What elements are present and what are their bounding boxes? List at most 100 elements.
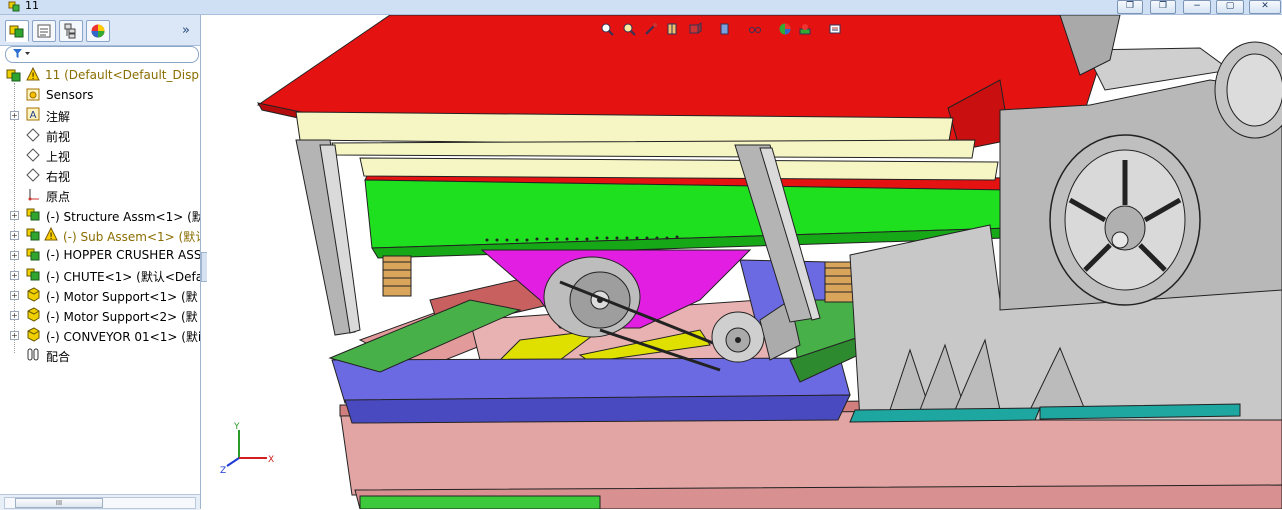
tree-item-label: 上视 <box>46 150 71 164</box>
tree-item[interactable]: 上视 <box>0 145 200 165</box>
triad-z-label: Z <box>220 466 226 476</box>
zoom-to-fit-icon[interactable] <box>600 22 614 36</box>
part-icon <box>27 287 40 302</box>
warning-icon: ! <box>44 227 58 241</box>
scrollbar-thumb[interactable]: III <box>15 498 103 508</box>
tree-item[interactable]: + (-) CHUTE<1> (默认<Defa <box>0 265 200 285</box>
expand-toggle-icon[interactable]: + <box>10 271 19 280</box>
assembly-doc-icon <box>8 1 20 12</box>
assembly-warning-icon <box>26 228 40 241</box>
assembly-icon <box>6 69 21 82</box>
restore-small-button[interactable]: ❐ <box>1117 0 1143 14</box>
spring-left <box>382 255 412 297</box>
expand-toggle-icon[interactable]: + <box>10 231 19 240</box>
spring-right <box>824 261 854 303</box>
tree-item[interactable]: 配合 <box>0 345 200 365</box>
crusher-assembly-model <box>256 15 1282 509</box>
tree-item[interactable]: + (-) HOPPER CRUSHER ASS <box>0 245 200 265</box>
feature-manager-panel: » ! 11 (Default<Default_Displ Sensors + A 注… <box>0 15 201 510</box>
property-icon <box>37 24 51 38</box>
sensor-icon <box>26 88 40 101</box>
hide-show-icon[interactable] <box>748 22 762 36</box>
assembly-icon <box>26 248 40 261</box>
zoom-area-icon[interactable] <box>622 22 636 36</box>
graphics-viewport[interactable]: Y X Z <box>207 15 1282 509</box>
display-manager-tab[interactable] <box>86 20 110 42</box>
assembly-tree-icon <box>9 25 24 38</box>
expand-toggle-icon[interactable]: + <box>10 291 19 300</box>
close-button[interactable]: ✕ <box>1249 0 1281 14</box>
display-style-icon[interactable] <box>718 22 732 36</box>
tree-item[interactable]: Sensors <box>0 85 200 105</box>
tree-root-label: 11 (Default<Default_Displ <box>45 68 200 82</box>
tree-item-label: 右视 <box>46 170 71 184</box>
mates-icon <box>27 348 39 361</box>
warning-icon: ! <box>26 67 40 81</box>
tree-item[interactable]: + (-) Structure Assm<1> (默 <box>0 205 200 225</box>
apply-scene-icon[interactable] <box>798 22 812 36</box>
restore-button[interactable]: ❐ <box>1150 0 1176 14</box>
triad-x-label: X <box>268 455 274 465</box>
tree-item[interactable]: +! (-) Sub Assem<1> (默认 <box>0 225 200 245</box>
tree-item[interactable]: + (-) Motor Support<1> (默 <box>0 285 200 305</box>
plane-icon <box>26 128 40 142</box>
tree-item[interactable]: 原点 <box>0 185 200 205</box>
expand-toggle-icon[interactable]: + <box>10 331 19 340</box>
view-orientation-icon[interactable] <box>688 22 702 36</box>
tree-root-item[interactable]: ! 11 (Default<Default_Displ <box>0 65 200 85</box>
view-settings-icon[interactable] <box>828 22 842 36</box>
triad-y-label: Y <box>233 422 240 432</box>
tree-item-label: (-) CONVEYOR 01<1> (默i <box>46 330 200 344</box>
tree-item[interactable]: + A 注解 <box>0 105 200 125</box>
svg-text:!: ! <box>49 232 53 241</box>
tree-item-label: 原点 <box>46 190 71 204</box>
assembly-icon <box>26 208 40 221</box>
window-title: 11 <box>25 0 39 12</box>
tree-item[interactable]: 前视 <box>0 125 200 145</box>
configuration-icon <box>64 23 76 39</box>
maximize-button[interactable]: ▢ <box>1216 0 1244 14</box>
tree-item-label: (-) Sub Assem<1> (默认 <box>63 230 200 244</box>
panel-scrollbar-area: III <box>0 494 200 510</box>
edit-appearance-icon[interactable] <box>778 22 792 36</box>
svg-text:!: ! <box>31 72 35 81</box>
panel-tab-bar: » <box>0 15 200 46</box>
display-manager-icon <box>91 24 105 38</box>
tree-item[interactable]: + (-) CONVEYOR 01<1> (默i <box>0 325 200 345</box>
coordinate-triad: Y X Z <box>220 422 274 476</box>
more-tabs-chevron-icon[interactable]: » <box>182 23 190 38</box>
assembly-icon <box>26 268 40 281</box>
tree-item-label: 前视 <box>46 130 71 144</box>
tree-item[interactable]: 右视 <box>0 165 200 185</box>
origin-icon <box>28 189 39 201</box>
feature-manager-tab[interactable] <box>5 20 29 42</box>
property-manager-tab[interactable] <box>32 20 56 42</box>
tree-item-label: 配合 <box>46 350 71 364</box>
svg-text:A: A <box>30 110 37 121</box>
tree-item-label: (-) Motor Support<1> (默 <box>46 290 198 304</box>
tree-item-label: (-) CHUTE<1> (默认<Defa <box>46 270 200 284</box>
tree-item[interactable]: + (-) Motor Support<2> (默 <box>0 305 200 325</box>
tree-item-label: Sensors <box>46 88 94 102</box>
configuration-manager-tab[interactable] <box>59 20 83 42</box>
previous-view-icon[interactable] <box>644 22 658 36</box>
part-icon <box>27 327 40 342</box>
section-view-icon[interactable] <box>666 22 680 36</box>
expand-toggle-icon[interactable]: + <box>10 251 19 260</box>
tree-item-label: (-) HOPPER CRUSHER ASS <box>46 248 200 262</box>
part-icon <box>27 307 40 322</box>
filter-icon <box>13 49 30 58</box>
tree-item-label: (-) Motor Support<2> (默 <box>46 310 198 324</box>
minimize-button[interactable]: − <box>1183 0 1211 14</box>
expand-toggle-icon[interactable]: + <box>10 211 19 220</box>
tree-item-label: 注解 <box>46 110 71 124</box>
tree-filter-field[interactable] <box>5 46 199 63</box>
tree-item-label: (-) Structure Assm<1> (默 <box>46 210 200 224</box>
expand-toggle-icon[interactable]: + <box>10 111 19 120</box>
horizontal-scrollbar[interactable]: III <box>4 497 196 509</box>
plane-icon <box>26 168 40 182</box>
plane-icon <box>26 148 40 162</box>
title-bar: 11 ❐ ❐ − ▢ ✕ <box>0 0 1282 15</box>
annotation-icon: A <box>26 107 40 121</box>
expand-toggle-icon[interactable]: + <box>10 311 19 320</box>
